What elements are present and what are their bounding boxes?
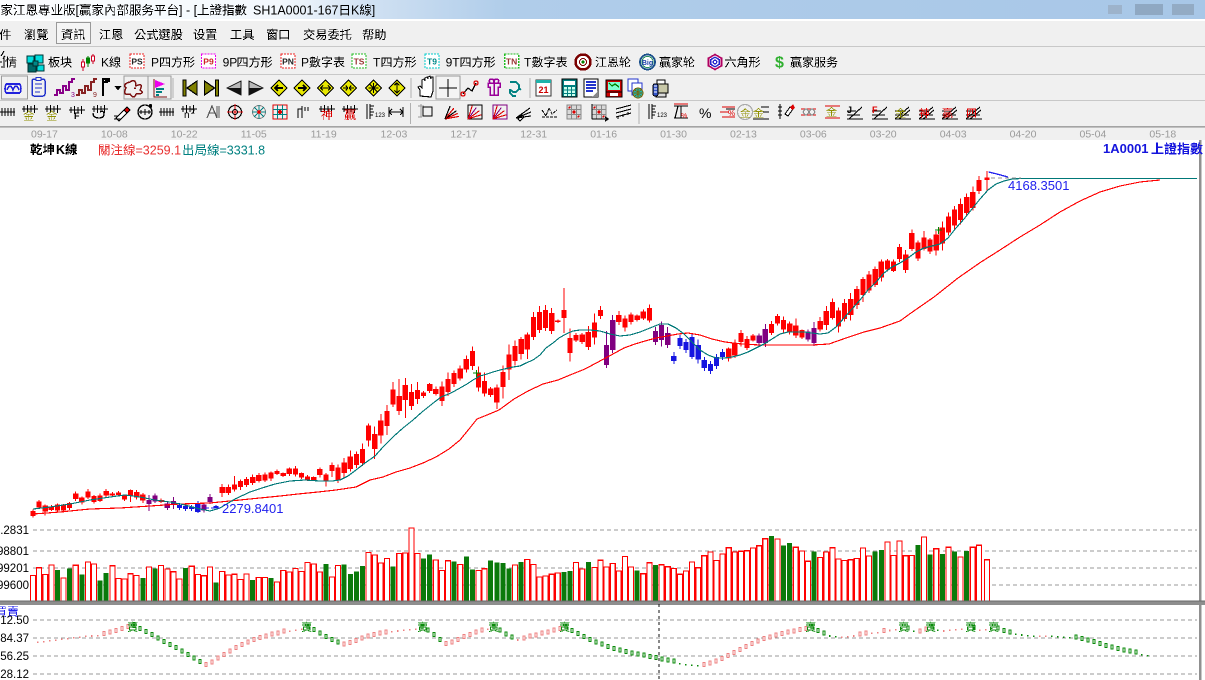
svg-text:] - [: ] - [ [179,4,198,18]
svg-text:05-04: 05-04 [1080,128,1107,140]
svg-text:Big: Big [642,60,653,67]
svg-text:%: % [728,109,735,118]
svg-text:n: n [184,110,190,121]
svg-text:]: ] [372,4,375,18]
svg-text:12-31: 12-31 [520,128,547,140]
svg-text:$: $ [775,55,784,72]
svg-text:84.37: 84.37 [0,633,29,645]
svg-text:99600: 99600 [0,580,29,592]
svg-text:10-22: 10-22 [171,128,198,140]
svg-text:123: 123 [657,113,668,119]
svg-text:TS: TS [354,57,365,67]
svg-text:K: K [351,4,360,18]
svg-text:4168.3501: 4168.3501 [1008,178,1069,193]
svg-text:12-17: 12-17 [450,128,477,140]
svg-text:P9: P9 [203,57,214,67]
svg-text:123: 123 [375,113,386,119]
svg-text:28.12: 28.12 [0,669,29,680]
svg-text:11-19: 11-19 [311,128,337,140]
svg-text:9P: 9P [223,56,238,70]
svg-text:01-16: 01-16 [590,128,617,140]
svg-text:P: P [301,56,309,70]
svg-text:9: 9 [93,92,97,99]
svg-text:03-06: 03-06 [800,128,827,140]
svg-text:SH1A0001-167: SH1A0001-167 [253,4,339,18]
svg-text:P: P [151,56,159,70]
svg-text:=3259.1: =3259.1 [136,144,182,158]
svg-text:F: F [74,111,80,121]
svg-text:02-13: 02-13 [730,128,757,140]
svg-text:04-20: 04-20 [1010,128,1037,140]
svg-text:98801: 98801 [0,546,29,558]
svg-text:3: 3 [71,92,75,99]
svg-text:99201: 99201 [0,563,29,575]
svg-text:04-03: 04-03 [940,128,967,140]
svg-text:F: F [872,105,878,115]
svg-text:K: K [56,143,65,157]
svg-text:[: [ [76,4,80,18]
svg-text:=3331.8: =3331.8 [220,144,266,158]
svg-text:12-03: 12-03 [381,128,408,140]
svg-text:PN: PN [282,57,294,67]
svg-text:T: T [524,56,532,70]
svg-text:12.50: 12.50 [0,615,29,627]
svg-text:01-30: 01-30 [660,128,687,140]
svg-text:TN: TN [506,57,517,67]
svg-text:03-20: 03-20 [870,128,897,140]
svg-text:2: 2 [191,109,195,116]
svg-text:J: J [847,105,852,115]
svg-text:T: T [373,56,381,70]
svg-text:%: % [681,113,687,120]
svg-text:21: 21 [538,85,548,95]
svg-text:9T: 9T [446,56,461,70]
svg-text:56.25: 56.25 [0,651,29,663]
svg-text:K: K [101,56,109,70]
svg-text:10-08: 10-08 [101,128,128,140]
svg-text:2279.8401: 2279.8401 [222,501,283,516]
svg-text:PS: PS [131,57,143,67]
svg-text:09-17: 09-17 [31,128,58,140]
svg-text:%: % [699,105,711,121]
svg-text:T9: T9 [427,57,437,67]
svg-text:11-05: 11-05 [241,128,267,140]
svg-text:05-18: 05-18 [1149,128,1176,140]
svg-text:1A0001: 1A0001 [1103,141,1149,156]
svg-text:.2831: .2831 [0,525,29,537]
